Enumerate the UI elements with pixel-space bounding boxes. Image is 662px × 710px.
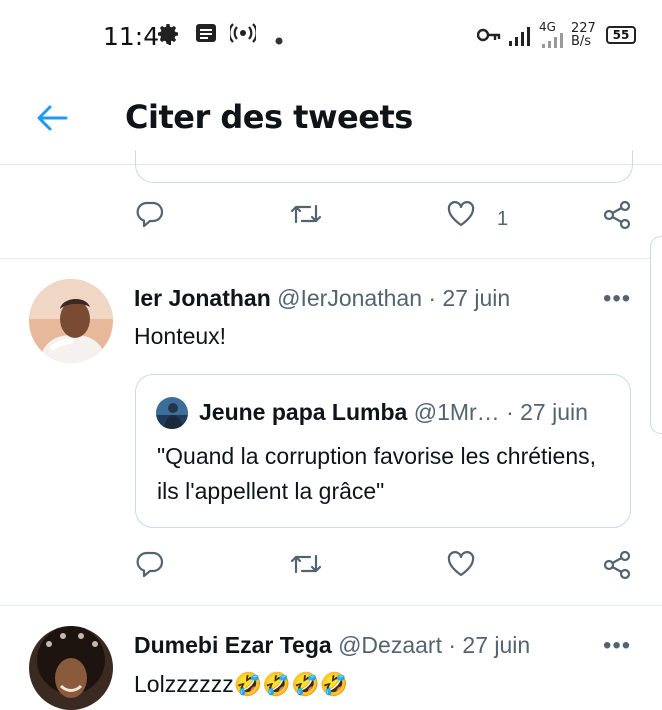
divider	[0, 258, 662, 259]
author-handle[interactable]: @IerJonathan	[277, 285, 422, 311]
more-options-icon[interactable]: •••	[603, 632, 631, 660]
notes-icon	[195, 22, 217, 49]
network-type: 4G	[539, 20, 556, 34]
network-speed: 227 B/s	[571, 22, 596, 48]
like-count: 1	[497, 208, 509, 230]
tweet-actions	[0, 550, 662, 590]
page-title: Citer des tweets	[125, 98, 413, 136]
retweet-icon[interactable]	[289, 200, 323, 233]
tweet-text: Lolzzzzzz🤣🤣🤣🤣	[134, 671, 349, 697]
avatar	[156, 397, 188, 429]
signal-icon	[508, 25, 532, 52]
gear-icon	[157, 22, 181, 51]
battery-indicator: 55	[606, 26, 636, 44]
reply-icon[interactable]	[136, 200, 164, 233]
share-icon[interactable]	[602, 200, 632, 235]
tweet-header: Ier Jonathan @IerJonathan · 27 juin	[134, 285, 510, 312]
heart-icon[interactable]	[446, 550, 476, 583]
quoted-tweet-card[interactable]	[135, 150, 633, 183]
dot-icon	[275, 32, 283, 50]
status-bar: 11:44 4G 227 B/s 55	[0, 0, 662, 70]
author-name[interactable]: Dumebi Ezar Tega	[134, 632, 332, 658]
tweet-header: Dumebi Ezar Tega @Dezaart · 27 juin	[134, 632, 530, 659]
avatar[interactable]	[29, 279, 113, 363]
quoted-author-name: Jeune papa Lumba	[199, 399, 408, 425]
speed-unit: B/s	[571, 34, 592, 49]
retweet-icon[interactable]	[289, 550, 323, 583]
quoted-author-handle: @1Mr…	[413, 399, 500, 425]
tweet-actions: 1	[0, 200, 662, 240]
side-drawer-handle[interactable]	[650, 236, 662, 434]
avatar[interactable]	[29, 626, 113, 710]
reply-icon[interactable]	[136, 550, 164, 583]
quoted-tweet-text: "Quand la corruption favorise les chréti…	[157, 443, 596, 504]
quoted-tweet-card[interactable]: Jeune papa Lumba @1Mr… · 27 juin "Quand …	[135, 374, 631, 528]
tweet-text: Honteux!	[134, 323, 227, 349]
signal-icon-2	[541, 33, 565, 54]
author-name[interactable]: Ier Jonathan	[134, 285, 271, 311]
tweet-date: · 27 juin	[428, 285, 511, 311]
tweet-date: · 27 juin	[448, 632, 531, 658]
quoted-tweet-header: Jeune papa Lumba @1Mr… · 27 juin	[199, 399, 588, 426]
author-handle[interactable]: @Dezaart	[338, 632, 442, 658]
key-icon	[476, 28, 501, 47]
share-icon[interactable]	[602, 550, 632, 585]
arrow-left-icon[interactable]	[36, 104, 68, 137]
radio-icon	[228, 22, 258, 49]
quoted-tweet-date: · 27 juin	[506, 399, 588, 425]
more-options-icon[interactable]: •••	[603, 285, 631, 313]
heart-icon[interactable]	[446, 200, 476, 233]
divider	[0, 605, 662, 606]
